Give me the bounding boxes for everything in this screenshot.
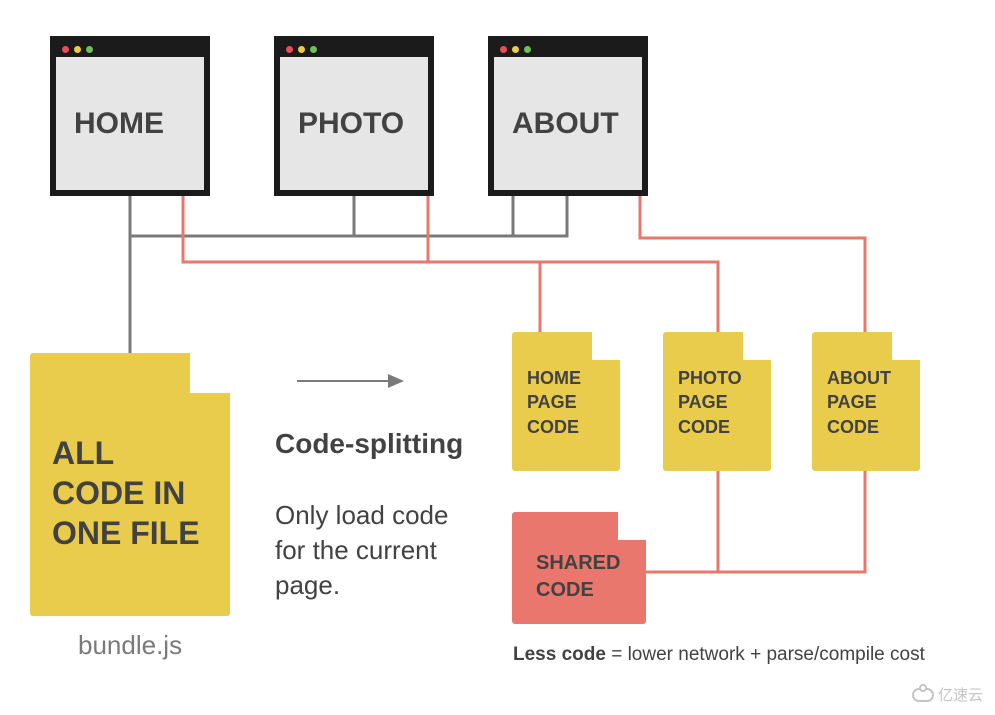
window-title-bar	[280, 42, 428, 57]
chunk-card-home: HOME PAGE CODE	[512, 332, 620, 471]
watermark-text: 亿速云	[938, 684, 983, 705]
maximize-icon	[86, 46, 93, 53]
minimize-icon	[512, 46, 519, 53]
app-window-home: HOME	[50, 36, 210, 196]
minimize-icon	[74, 46, 81, 53]
window-title-bar	[494, 42, 642, 57]
annotation-body: Only load code for the current page.	[275, 498, 485, 603]
chunk-label: HOME PAGE CODE	[527, 368, 581, 437]
footer-note-bold: Less code	[513, 644, 606, 665]
footer-note-rest: = lower network + parse/compile cost	[606, 644, 925, 665]
close-icon	[500, 46, 507, 53]
watermark: 亿速云	[912, 684, 983, 705]
chunk-card-about: ABOUT PAGE CODE	[812, 332, 920, 471]
file-fold-icon	[618, 512, 646, 540]
page-title: ABOUT	[494, 57, 642, 190]
app-window-about: ABOUT	[488, 36, 648, 196]
annotation-title: Code-splitting	[275, 428, 463, 460]
chunk-card-shared: SHARED CODE	[512, 512, 646, 624]
minimize-icon	[298, 46, 305, 53]
footer-note: Less code = lower network + parse/compil…	[513, 644, 925, 666]
chunk-label: SHARED CODE	[536, 552, 620, 601]
bundle-file-card: ALL CODE IN ONE FILE	[30, 353, 230, 616]
file-fold-icon	[190, 353, 230, 393]
maximize-icon	[310, 46, 317, 53]
arrow-icon	[297, 380, 402, 382]
chunk-card-photo: PHOTO PAGE CODE	[663, 332, 771, 471]
app-window-photo: PHOTO	[274, 36, 434, 196]
close-icon	[62, 46, 69, 53]
chunk-label: ABOUT PAGE CODE	[827, 368, 891, 437]
file-fold-icon	[892, 332, 920, 360]
chunk-label: PHOTO PAGE CODE	[678, 368, 742, 437]
file-fold-icon	[592, 332, 620, 360]
page-title: PHOTO	[280, 57, 428, 190]
cloud-icon	[912, 688, 934, 702]
page-title: HOME	[56, 57, 204, 190]
maximize-icon	[524, 46, 531, 53]
bundle-filename-label: bundle.js	[78, 630, 182, 661]
bundle-file-label: ALL CODE IN ONE FILE	[52, 435, 200, 551]
close-icon	[286, 46, 293, 53]
window-title-bar	[56, 42, 204, 57]
file-fold-icon	[743, 332, 771, 360]
